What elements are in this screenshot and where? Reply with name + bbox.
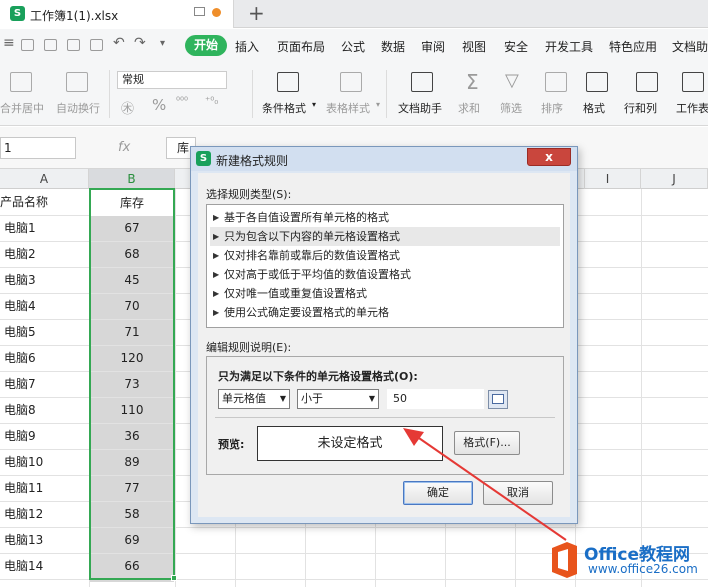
annotation-arrow xyxy=(403,428,567,541)
annotation-arrow-line xyxy=(415,435,567,541)
watermark-url: www.office26.com xyxy=(588,562,698,576)
office-logo-icon xyxy=(552,542,577,578)
annotation-arrow-head xyxy=(403,428,424,446)
